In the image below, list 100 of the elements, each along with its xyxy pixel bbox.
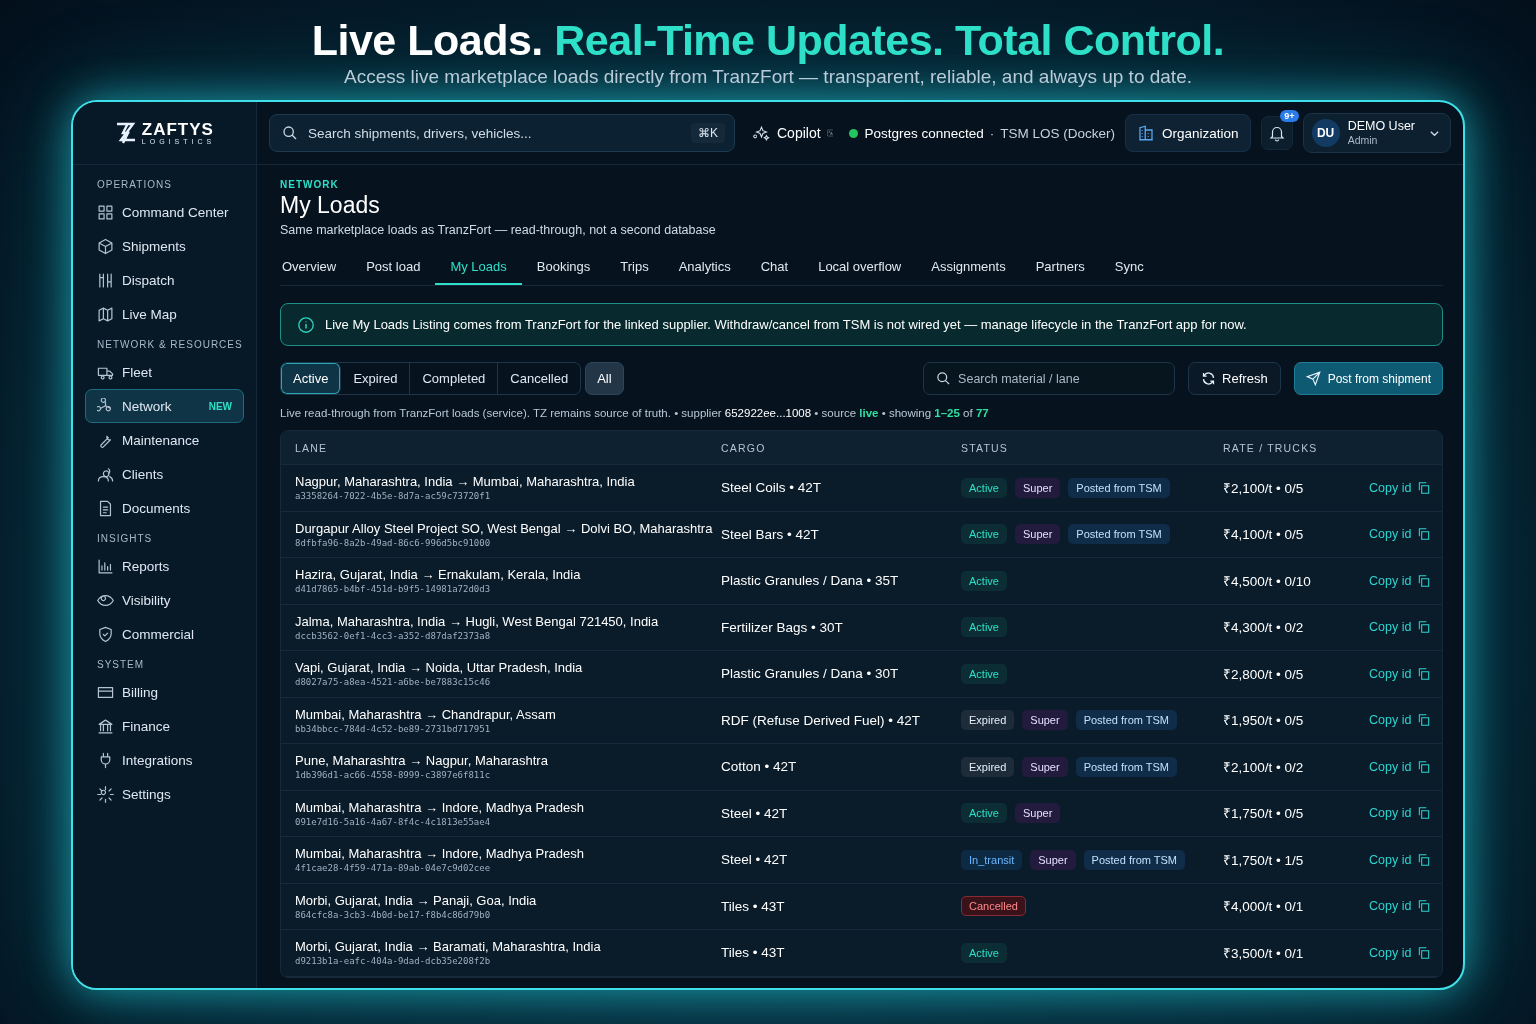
- cargo-cell-text: Plastic Granules / Dana • 30T: [721, 666, 900, 682]
- environment-label: TSM LOS (Docker): [1000, 125, 1116, 141]
- tab[interactable]: Partners: [1020, 251, 1100, 285]
- cargo-cell-text: Cotton • 42T: [721, 759, 798, 775]
- user-avatar: DU: [1311, 119, 1340, 147]
- sidebar-item[interactable]: Billing: [85, 675, 244, 709]
- cargo-cell-text: Tiles • 43T: [721, 945, 786, 961]
- copy-id-link[interactable]: Copy id: [1369, 806, 1432, 821]
- tab[interactable]: Analytics: [663, 251, 746, 285]
- copy-id-link[interactable]: Copy id: [1369, 620, 1432, 635]
- copy-id-link[interactable]: Copy id: [1369, 480, 1432, 495]
- filter-tab[interactable]: Completed: [410, 363, 499, 394]
- section-title: OPERATIONS: [96, 178, 173, 192]
- sidebar-item[interactable]: Reports: [85, 549, 244, 583]
- user-menu[interactable]: DU DEMO User Admin: [1302, 113, 1451, 153]
- sidebar-item[interactable]: Fleet: [85, 355, 244, 389]
- copy-id-link[interactable]: Copy id: [1369, 759, 1432, 774]
- users-icon: [97, 465, 114, 483]
- notification-count: 9+: [1280, 110, 1299, 122]
- load-id: d41d7865-b4bf-451d-b9f5-14981a72d0d3: [295, 584, 492, 595]
- load-id: 4f1cae28-4f59-471a-89ab-04e7c9d02cee: [295, 863, 492, 874]
- tag-badge: Super: [1014, 524, 1061, 545]
- user-name: DEMO User: [1347, 119, 1415, 135]
- tab[interactable]: Chat: [745, 251, 804, 285]
- filter-tab[interactable]: Expired: [341, 363, 411, 394]
- column-header: STATUS: [961, 441, 1010, 454]
- material-search-field[interactable]: Search material / lane: [923, 362, 1176, 395]
- tab[interactable]: Sync: [1099, 251, 1159, 285]
- sidebar-item[interactable]: Network NEW: [85, 389, 244, 423]
- load-id: bb34bbcc-784d-4c52-be89-2731bd717951: [295, 723, 492, 734]
- copy-icon: [1417, 620, 1432, 635]
- sidebar-item[interactable]: Settings: [85, 777, 244, 811]
- organization-button[interactable]: Organization: [1125, 114, 1251, 152]
- tab[interactable]: Post load: [351, 251, 436, 285]
- user-role: Admin: [1347, 134, 1378, 147]
- cargo-cell-text: Steel • 42T: [721, 852, 789, 868]
- column-header: CARGO: [721, 441, 767, 454]
- status-badge: Cancelled: [961, 896, 1026, 917]
- lane-text: Mumbai, Maharashtra → Chandrapur, Assam: [295, 706, 557, 722]
- sidebar-item[interactable]: Maintenance: [85, 423, 244, 457]
- building-icon: [1137, 124, 1156, 142]
- all-button[interactable]: All: [585, 362, 624, 395]
- copy-icon: [1417, 713, 1432, 728]
- copy-id-link[interactable]: Copy id: [1369, 852, 1432, 867]
- cargo-cell-text: Steel Bars • 42T: [721, 526, 820, 542]
- refresh-icon: [1201, 371, 1217, 386]
- tag-badge: Posted from TSM: [1068, 524, 1170, 545]
- cargo-cell-text: Fertilizer Bags • 30T: [721, 619, 844, 635]
- load-id: 8dfbfa96-8a2b-49ad-86c6-996d5bc91000: [295, 537, 492, 548]
- sidebar-item[interactable]: Live Map: [85, 297, 244, 331]
- status-badge: Active: [961, 617, 1007, 638]
- sidebar-item[interactable]: Commercial: [85, 617, 244, 651]
- rate-cell-text: ₹2,100/t • 0/2: [1223, 758, 1305, 776]
- sidebar-item[interactable]: Finance: [85, 709, 244, 743]
- bank-icon: [97, 717, 114, 735]
- load-id: a3358264-7022-4b5e-8d7a-ac59c73720f1: [295, 491, 492, 502]
- status-badge: Active: [961, 803, 1007, 824]
- tab[interactable]: Trips: [605, 251, 664, 285]
- copy-icon: [1417, 945, 1432, 960]
- cargo-cell-text: Steel • 42T: [721, 805, 789, 821]
- new-label: NEW: [208, 400, 232, 412]
- sidebar-item[interactable]: Visibility: [85, 583, 244, 617]
- filter-tab[interactable]: Active: [281, 363, 342, 394]
- info-icon: [297, 315, 315, 334]
- sidebar-item[interactable]: Command Center: [85, 195, 244, 229]
- search-icon: [936, 370, 952, 386]
- tag-badge: Super: [1022, 710, 1068, 731]
- status-badge: Expired: [961, 756, 1015, 777]
- sidebar-item[interactable]: Clients: [85, 457, 244, 491]
- cargo-cell-text: Plastic Granules / Dana • 35T: [721, 573, 900, 589]
- copilot-button[interactable]: Copilot: [745, 124, 821, 142]
- sidebar-item[interactable]: Dispatch: [85, 263, 244, 297]
- section-title: NETWORK & RESOURCES: [96, 338, 244, 352]
- filter-tab[interactable]: Cancelled: [498, 363, 581, 394]
- load-id: d8027a75-a8ea-4521-a6be-be7883c15c46: [295, 677, 492, 688]
- tab[interactable]: Assignments: [916, 251, 1021, 285]
- copy-id-link[interactable]: Copy id: [1369, 899, 1432, 914]
- post-from-shipment-button[interactable]: Post from shipment: [1293, 362, 1443, 395]
- status-badge: Active: [961, 524, 1007, 545]
- tab[interactable]: Local overflow: [803, 251, 917, 285]
- copy-id-link[interactable]: Copy id: [1369, 527, 1432, 542]
- sidebar-item[interactable]: Documents: [85, 491, 244, 525]
- headline: Live Loads. Real-Time Updates. Total Control.: [310, 15, 1226, 66]
- tab[interactable]: Overview: [280, 251, 352, 285]
- settings-icon: [97, 785, 114, 803]
- status-badge: Active: [961, 942, 1007, 963]
- copy-id-link[interactable]: Copy id: [1369, 666, 1432, 681]
- status-badge: Active: [961, 477, 1007, 498]
- search-icon: [282, 125, 298, 141]
- copy-id-link[interactable]: Copy id: [1369, 573, 1432, 588]
- connection-status: Postgres connected: [864, 125, 984, 141]
- tab[interactable]: Bookings: [521, 251, 606, 285]
- sidebar-item[interactable]: Shipments: [85, 229, 244, 263]
- tag-badge: Super: [1030, 849, 1076, 870]
- tab[interactable]: My Loads: [435, 251, 522, 285]
- sidebar-item[interactable]: Integrations: [85, 743, 244, 777]
- refresh-button[interactable]: Refresh: [1188, 362, 1281, 395]
- copy-id-link[interactable]: Copy id: [1369, 713, 1432, 728]
- copy-id-link[interactable]: Copy id: [1369, 945, 1432, 960]
- separator-dot: ·: [989, 125, 995, 141]
